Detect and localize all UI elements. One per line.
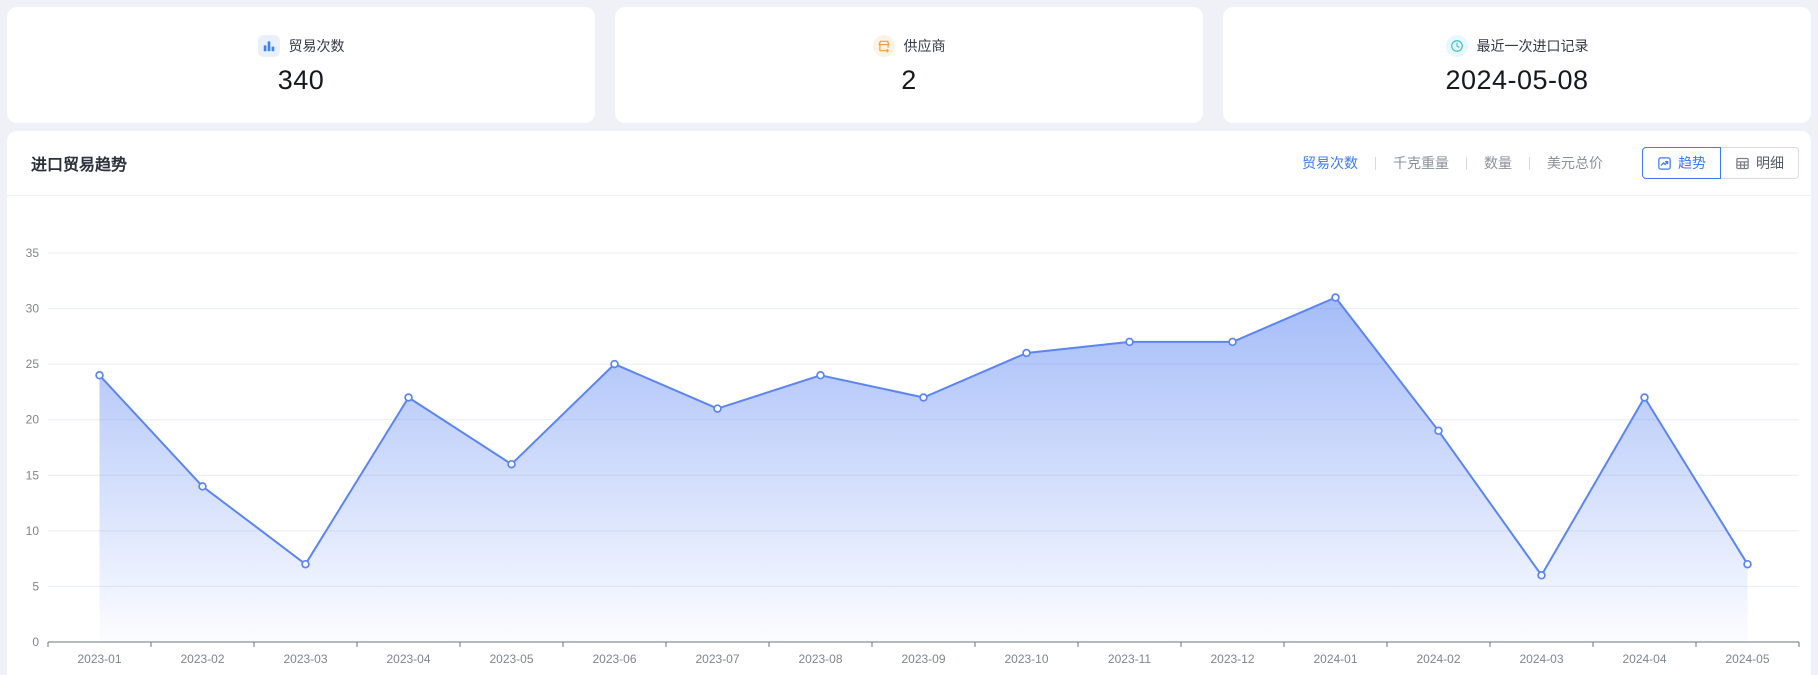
svg-text:2023-12: 2023-12 <box>1210 652 1254 666</box>
clock-icon <box>1446 35 1468 57</box>
detail-view-label: 明细 <box>1756 153 1784 173</box>
tab-usd-total[interactable]: 美元总价 <box>1530 153 1620 173</box>
trend-view-label: 趋势 <box>1678 153 1706 173</box>
stat-label-suppliers: 供应商 <box>904 36 946 56</box>
svg-text:30: 30 <box>26 302 40 316</box>
trend-panel: 进口贸易趋势 贸易次数 千克重量 数量 美元总价 趋势 <box>7 131 1811 675</box>
svg-text:2024-05: 2024-05 <box>1725 652 1769 666</box>
trend-panel-header: 进口贸易趋势 贸易次数 千克重量 数量 美元总价 趋势 <box>7 131 1811 195</box>
svg-text:25: 25 <box>26 357 40 371</box>
svg-text:10: 10 <box>26 524 40 538</box>
shop-icon <box>873 35 895 57</box>
stat-card-trade-count: 贸易次数 340 <box>7 7 595 123</box>
svg-text:20: 20 <box>26 413 40 427</box>
svg-text:2024-04: 2024-04 <box>1622 652 1666 666</box>
stat-card-suppliers: 供应商 2 <box>615 7 1203 123</box>
svg-text:35: 35 <box>26 246 40 260</box>
svg-text:2023-10: 2023-10 <box>1004 652 1048 666</box>
table-icon <box>1735 156 1750 171</box>
stat-label-latest-import: 最近一次进口记录 <box>1477 36 1589 56</box>
svg-text:2023-09: 2023-09 <box>901 652 945 666</box>
detail-view-button[interactable]: 明细 <box>1721 147 1799 179</box>
svg-text:0: 0 <box>32 635 39 649</box>
trend-area-chart: 0 5 10 15 20 25 30 35 2023-01 2023-02 2023-03 2023-… <box>7 196 1811 675</box>
stat-cards-row: 贸易次数 340 供应商 2 最近一次进口记录 2024-05-08 <box>7 7 1811 123</box>
svg-text:2024-02: 2024-02 <box>1416 652 1460 666</box>
svg-text:2023-07: 2023-07 <box>695 652 739 666</box>
stat-value-trade-count: 340 <box>278 65 325 96</box>
metric-tabs: 贸易次数 千克重量 数量 美元总价 <box>1285 153 1620 173</box>
tab-kg-weight[interactable]: 千克重量 <box>1376 153 1466 173</box>
svg-text:5: 5 <box>32 579 39 593</box>
svg-text:2023-03: 2023-03 <box>283 652 327 666</box>
view-toggle: 趋势 明细 <box>1642 147 1799 179</box>
trend-icon <box>1657 156 1672 171</box>
svg-text:2024-01: 2024-01 <box>1313 652 1357 666</box>
svg-text:2023-08: 2023-08 <box>798 652 842 666</box>
tab-trade-count[interactable]: 贸易次数 <box>1285 153 1375 173</box>
svg-text:2023-05: 2023-05 <box>489 652 533 666</box>
stat-value-latest-import: 2024-05-08 <box>1445 65 1588 96</box>
svg-text:2023-04: 2023-04 <box>386 652 430 666</box>
svg-text:2023-06: 2023-06 <box>592 652 636 666</box>
svg-text:2023-11: 2023-11 <box>1108 652 1151 666</box>
svg-text:2023-01: 2023-01 <box>77 652 121 666</box>
stat-label-trade-count: 贸易次数 <box>289 36 345 56</box>
panel-title: 进口贸易趋势 <box>31 151 127 175</box>
bar-chart-icon <box>258 35 280 57</box>
trend-view-button[interactable]: 趋势 <box>1642 147 1721 179</box>
stat-value-suppliers: 2 <box>901 65 917 96</box>
svg-text:15: 15 <box>26 468 40 482</box>
svg-text:2023-02: 2023-02 <box>180 652 224 666</box>
stat-card-latest-import: 最近一次进口记录 2024-05-08 <box>1223 7 1811 123</box>
tab-quantity[interactable]: 数量 <box>1467 153 1529 173</box>
svg-text:2024-03: 2024-03 <box>1519 652 1563 666</box>
